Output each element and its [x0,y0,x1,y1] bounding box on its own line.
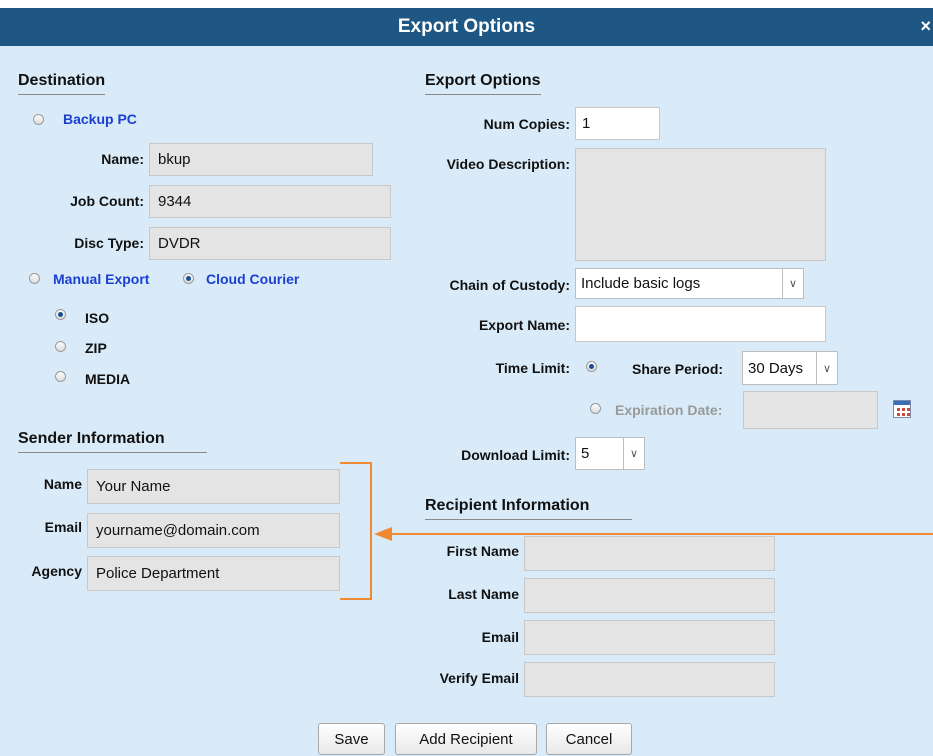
manual-export-label: Manual Export [53,271,150,287]
download-limit-value: 5 [581,445,590,462]
recipient-email-label: Email [481,629,519,645]
share-period-select[interactable]: 30 Days ∨ [742,351,838,385]
recipient-verify-email-label: Verify Email [439,670,519,686]
job-count-field: 9344 [149,185,391,218]
expiration-date-input[interactable] [743,391,878,429]
time-limit-label: Time Limit: [495,360,570,376]
share-period-value: 30 Days [748,359,804,377]
cloud-courier-radio[interactable] [183,273,194,284]
export-name-input[interactable] [575,306,826,342]
video-description-label: Video Description: [446,156,570,172]
export-options-heading: Export Options [425,72,541,95]
save-button[interactable]: Save [318,723,385,755]
job-count-label: Job Count: [70,193,144,209]
recipient-first-name-label: First Name [446,543,519,559]
annotation-bracket-bottom [340,598,372,600]
backup-pc-label: Backup PC [63,111,137,127]
download-limit-select[interactable]: 5 ∨ [575,437,645,470]
expiration-date-radio[interactable] [590,403,601,414]
annotation-bracket-side [370,462,372,600]
recipient-last-name-input[interactable] [524,578,775,613]
chain-of-custody-value: Include basic logs [581,275,701,292]
recipient-heading: Recipient Information [425,497,632,520]
download-limit-label: Download Limit: [461,447,570,463]
recipient-email-input[interactable] [524,620,775,655]
chain-of-custody-label: Chain of Custody: [449,277,570,293]
recipient-last-name-label: Last Name [448,586,519,602]
cloud-courier-label: Cloud Courier [206,271,300,287]
format-radio-zip[interactable] [55,341,66,352]
expiration-date-label: Expiration Date: [615,402,723,418]
sender-agency-field[interactable]: Police Department [87,556,340,591]
sender-agency-label: Agency [31,563,82,579]
backup-name-label: Name: [101,151,144,167]
num-copies-label: Num Copies: [483,116,570,132]
disc-type-field: DVDR [149,227,391,260]
cancel-button[interactable]: Cancel [546,723,632,755]
num-copies-input[interactable]: 1 [575,107,660,140]
calendar-icon[interactable] [893,400,911,418]
close-icon[interactable]: × [920,16,931,37]
backup-name-field: bkup [149,143,373,176]
format-label-media: MEDIA [85,371,131,387]
destination-heading: Destination [18,72,106,95]
chevron-down-icon: ∨ [816,352,837,384]
sender-email-label: Email [44,519,82,535]
recipient-first-name-input[interactable] [524,536,775,571]
recipient-verify-email-input[interactable] [524,662,775,697]
export-name-label: Export Name: [478,317,570,333]
chain-of-custody-select[interactable]: Include basic logs ∨ [575,268,804,299]
top-strip [0,0,933,8]
add-recipient-button[interactable]: Add Recipient [395,723,537,755]
share-period-label: Share Period: [632,361,724,377]
format-radio-media[interactable] [55,371,66,382]
manual-export-radio[interactable] [29,273,40,284]
chevron-down-icon: ∨ [623,438,644,469]
sender-name-label: Name [43,476,82,492]
format-radio-iso[interactable] [55,309,66,320]
chevron-down-icon: ∨ [782,269,803,298]
sender-email-field[interactable]: yourname@domain.com [87,513,340,548]
annotation-bracket-top [340,462,372,464]
backup-pc-radio[interactable] [33,114,44,125]
dialog-titlebar: Export Options × [0,8,933,46]
disc-type-label: Disc Type: [74,235,144,251]
dialog-title: Export Options [397,16,536,37]
format-label-iso: ISO [85,310,110,326]
video-description-textarea[interactable] [575,148,826,261]
sender-name-field[interactable]: Your Name [87,469,340,504]
share-period-radio[interactable] [586,361,597,372]
sender-heading: Sender Information [18,430,207,453]
format-label-zip: ZIP [85,340,107,356]
